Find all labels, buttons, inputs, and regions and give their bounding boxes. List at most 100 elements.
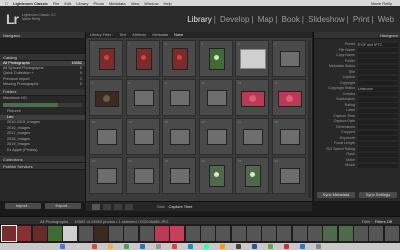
grid-cell[interactable]: 8 [125, 79, 160, 116]
grid-cell[interactable]: 9 [162, 79, 196, 116]
photo-thumbnail[interactable] [99, 48, 115, 70]
metadata-value[interactable] [358, 114, 398, 119]
photo-thumbnail[interactable] [277, 91, 302, 107]
grid-cell[interactable]: 23 [235, 157, 269, 194]
filmstrip-thumbnail[interactable] [353, 226, 368, 241]
photo-thumbnail[interactable] [97, 168, 117, 184]
grid-cell[interactable]: 15 [162, 118, 196, 155]
metadata-value[interactable] [358, 70, 398, 75]
sync-settings-button[interactable]: Sync Settings [359, 192, 397, 198]
dock-app-icon[interactable] [236, 244, 241, 249]
grid-cell[interactable]: 16 [198, 118, 233, 155]
grid-cell[interactable]: 3 [162, 40, 196, 77]
dock-app-icon[interactable] [252, 244, 257, 249]
metadata-value[interactable] [358, 59, 398, 64]
metadata-value[interactable] [358, 136, 398, 141]
catalog-header[interactable]: Catalog [0, 54, 85, 61]
dock-app-icon[interactable] [220, 244, 225, 249]
grid-cell[interactable]: 21 [162, 157, 196, 194]
volume-label[interactable]: Macintosh HD [0, 96, 85, 101]
dock-app-icon[interactable] [124, 244, 129, 249]
menu-edit[interactable]: Edit [64, 1, 71, 6]
metadata-value[interactable] [358, 108, 398, 113]
filmstrip-thumbnail[interactable] [1, 225, 17, 242]
metadata-value[interactable] [358, 125, 398, 130]
photo-thumbnail[interactable] [170, 90, 190, 106]
grid-cell[interactable]: 20 [125, 157, 160, 194]
menu-metadata[interactable]: Metadata [109, 1, 126, 6]
menu-library[interactable]: Library [76, 1, 88, 6]
photo-thumbnail[interactable] [208, 48, 225, 70]
sort-select[interactable]: Capture Time [168, 204, 192, 209]
grid-cell[interactable]: 14 [125, 118, 160, 155]
metadata-value[interactable] [358, 130, 398, 135]
metadata-value[interactable] [358, 48, 398, 53]
photo-thumbnail[interactable] [245, 165, 261, 187]
grid-scrollbar[interactable] [308, 40, 311, 198]
photo-thumbnail[interactable] [97, 129, 117, 145]
photo-thumbnail[interactable] [172, 48, 188, 70]
photo-thumbnail[interactable] [206, 90, 227, 106]
dock-app-icon[interactable] [108, 244, 113, 249]
filter-none[interactable]: None [174, 33, 183, 37]
photo-thumbnail[interactable] [133, 129, 154, 145]
grid-cell[interactable]: 1 [89, 40, 123, 77]
grid-cell[interactable]: 24 [271, 157, 306, 194]
metadata-preset-select[interactable]: EXIF and IPTC [358, 42, 398, 47]
dock-app-icon[interactable] [92, 244, 97, 249]
metadata-value[interactable] [358, 141, 398, 146]
metadata-value[interactable] [358, 81, 398, 86]
filmstrip-thumbnail[interactable] [216, 226, 231, 241]
metadata-value[interactable] [358, 97, 398, 102]
dock-app-icon[interactable] [76, 244, 81, 249]
grid-cell[interactable]: 10 [198, 79, 233, 116]
photo-thumbnail[interactable] [170, 129, 190, 145]
publish-services-header[interactable]: Publish Services [0, 163, 85, 171]
photo-thumbnail[interactable] [133, 90, 154, 106]
navigator-preview[interactable] [0, 39, 85, 54]
dock-app-icon[interactable] [268, 244, 273, 249]
filmstrip-thumbnail[interactable] [185, 226, 200, 241]
filmstrip-thumbnail[interactable] [63, 226, 78, 241]
filmstrip-thumbnail[interactable] [170, 226, 185, 241]
collections-header[interactable]: Collections [0, 156, 85, 164]
filmstrip-thumbnail[interactable] [277, 226, 292, 241]
catalog-item-missing[interactable]: Missing Photographs 0 [0, 82, 85, 87]
dock-app-icon[interactable] [188, 244, 193, 249]
photo-thumbnail[interactable] [135, 48, 152, 70]
filmstrip-source[interactable]: All Photographs [40, 219, 68, 224]
grid-cell[interactable]: 4 [198, 40, 233, 77]
menu-view[interactable]: View [131, 1, 140, 6]
apple-icon[interactable]:  [5, 1, 8, 6]
module-map[interactable]: Map [258, 15, 274, 24]
filmstrip-thumbnail[interactable] [78, 226, 93, 241]
grid-cell[interactable]: 19 [89, 157, 123, 194]
filter-metadata[interactable]: Metadata [152, 33, 168, 37]
photo-thumbnail[interactable] [206, 129, 227, 145]
app-menu[interactable]: Lightroom Classic [13, 1, 48, 6]
metadata-value[interactable]: Unknown [358, 86, 398, 91]
photo-thumbnail[interactable] [133, 168, 154, 184]
metadata-value[interactable] [358, 64, 398, 69]
filmstrip-thumbnail[interactable] [155, 226, 169, 241]
grid-cell[interactable]: 13 [89, 118, 123, 155]
metadata-value[interactable] [358, 163, 398, 168]
menu-file[interactable]: File [53, 1, 59, 6]
grid-cell[interactable]: 5 [235, 40, 269, 77]
dock-app-icon[interactable] [156, 244, 161, 249]
filmstrip-thumbnail[interactable] [231, 226, 246, 241]
filmstrip-thumbnail[interactable] [139, 226, 154, 241]
grid-view-button[interactable] [92, 203, 100, 210]
metadata-value[interactable] [358, 147, 398, 152]
dock-app-icon[interactable] [284, 244, 289, 249]
grid-cell[interactable]: 7 [89, 79, 123, 116]
grid-cell[interactable]: 18 [271, 118, 306, 155]
photo-thumbnail[interactable] [241, 91, 265, 107]
menu-photo[interactable]: Photo [94, 1, 104, 6]
module-book[interactable]: Book [282, 15, 300, 24]
histogram-header[interactable]: Histogram [314, 32, 400, 39]
filmstrip-thumbnail[interactable] [17, 226, 32, 241]
filmstrip-filter-select[interactable]: Filters Off [375, 219, 392, 224]
navigator-header[interactable]: Navigator [0, 32, 85, 39]
filmstrip-thumbnail[interactable] [246, 226, 261, 241]
